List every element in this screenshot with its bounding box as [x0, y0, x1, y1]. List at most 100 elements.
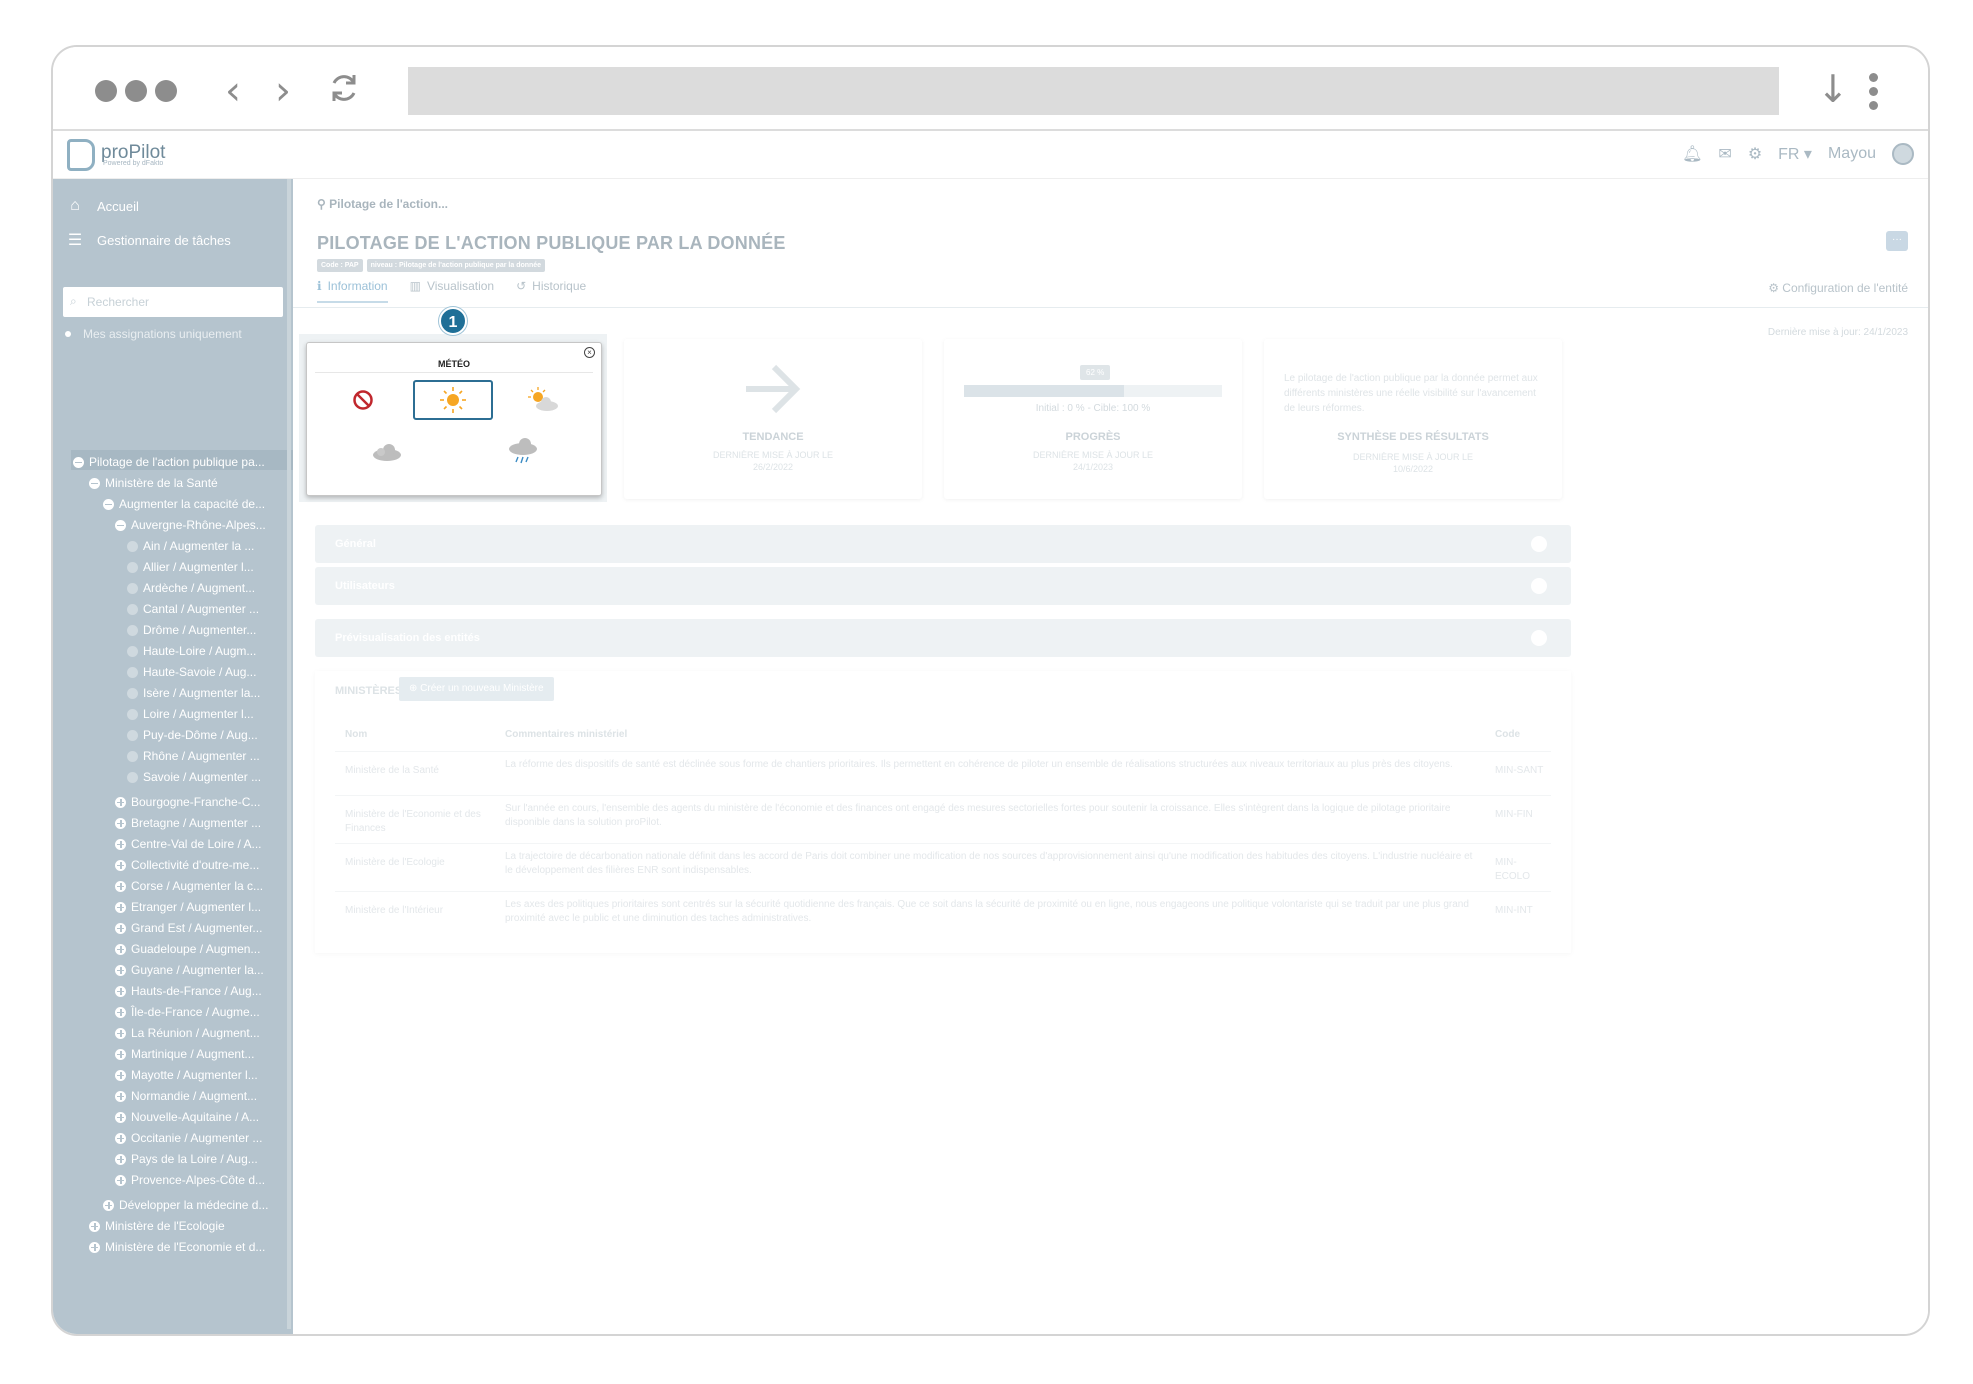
accordion-previsualisation[interactable]: Prévisualisation des entités	[315, 619, 1571, 657]
table-row[interactable]: Ministère de l'Intérieur Les axes des pol…	[335, 891, 1551, 937]
address-bar[interactable]	[408, 67, 1779, 115]
sidebar-item-accueil[interactable]: ⌂ Accueil	[65, 197, 139, 215]
tree-item[interactable]: Allier / Augmenter l...	[127, 558, 254, 576]
window-dot-icon[interactable]	[95, 80, 117, 102]
table-row[interactable]: Ministère de la Santé La réforme des disp…	[335, 751, 1551, 797]
tree-item[interactable]: Isère / Augmenter la...	[127, 684, 260, 702]
tree-item[interactable]: Pilotage de l'action publique pa...	[73, 453, 265, 471]
expand-icon[interactable]	[115, 817, 126, 829]
forward-icon[interactable]: ›	[275, 71, 291, 111]
tree-item[interactable]: Bretagne / Augmenter ...	[115, 814, 261, 832]
tree-item[interactable]: Normandie / Augment...	[115, 1087, 257, 1105]
tree-item[interactable]: Ministère de l'Ecologie	[89, 1217, 225, 1235]
user-name[interactable]: Mayou	[1828, 145, 1876, 163]
collapse-icon[interactable]	[103, 498, 114, 510]
column-nom[interactable]: Nom	[345, 729, 485, 740]
sidebar-scrollbar[interactable]	[287, 179, 291, 1329]
expand-icon[interactable]	[115, 943, 126, 955]
tree-item[interactable]: Guadeloupe / Augmen...	[115, 940, 260, 958]
tree-item[interactable]: Augmenter la capacité de...	[103, 495, 265, 513]
breadcrumb[interactable]: ⚲ Pilotage de l'action...	[317, 197, 448, 211]
tree-item[interactable]: Auvergne-Rhône-Alpes...	[115, 516, 266, 534]
chevron-down-icon[interactable]	[1531, 630, 1547, 646]
search-input[interactable]: ⌕ Rechercher	[63, 287, 283, 317]
close-icon[interactable]: ×	[584, 347, 595, 358]
accordion-general[interactable]: Général	[315, 525, 1571, 563]
tab-historique[interactable]: ↺ Historique	[516, 279, 586, 303]
create-ministere-button[interactable]: ⊕ Créer un nouveau Ministère	[399, 677, 554, 701]
tree-item[interactable]: Pays de la Loire / Aug...	[115, 1150, 258, 1168]
expand-icon[interactable]	[115, 1111, 126, 1123]
propilot-logo[interactable]: proPilot Powered by dFakto	[67, 139, 165, 171]
weather-option-none[interactable]	[323, 380, 403, 420]
synthese-card[interactable]: Le pilotage de l'action publique par la …	[1264, 339, 1562, 499]
tree-item[interactable]: Centre-Val de Loire / A...	[115, 835, 262, 853]
download-icon[interactable]: ↓	[1817, 67, 1849, 111]
more-button[interactable]: ···	[1886, 231, 1908, 251]
tree-item[interactable]: Haute-Savoie / Aug...	[127, 663, 256, 681]
window-dot-icon[interactable]	[125, 80, 147, 102]
tree-item[interactable]: Développer la médecine d...	[103, 1196, 268, 1214]
tree-item[interactable]: Martinique / Augment...	[115, 1045, 254, 1063]
expand-icon[interactable]	[115, 1090, 126, 1102]
tab-information[interactable]: ℹ Information	[317, 279, 388, 303]
collapse-icon[interactable]	[115, 519, 126, 531]
progres-card[interactable]: 62 % Initial : 0 % - Cible: 100 % PROGRÈ…	[944, 339, 1242, 499]
tree-item[interactable]: Provence-Alpes-Côte d...	[115, 1171, 265, 1189]
chevron-up-icon[interactable]	[1531, 578, 1547, 594]
collapse-icon[interactable]	[73, 456, 84, 468]
window-dot-icon[interactable]	[155, 80, 177, 102]
tree-item[interactable]: Ministère de la Santé	[89, 474, 218, 492]
column-commentaires[interactable]: Commentaires ministériel	[505, 729, 1475, 740]
expand-icon[interactable]	[89, 1241, 100, 1253]
expand-icon[interactable]	[115, 1006, 126, 1018]
mail-icon[interactable]: ✉	[1718, 144, 1731, 164]
table-row[interactable]: Ministère de l'Ecologie La trajectoire de…	[335, 843, 1551, 889]
expand-icon[interactable]	[115, 796, 126, 808]
tree-item[interactable]: La Réunion / Augment...	[115, 1024, 260, 1042]
avatar[interactable]	[1892, 143, 1914, 165]
tree-item[interactable]: Etranger / Augmenter l...	[115, 898, 261, 916]
expand-icon[interactable]	[115, 880, 126, 892]
expand-icon[interactable]	[89, 1220, 100, 1232]
tree-item[interactable]: Bourgogne-Franche-C...	[115, 793, 260, 811]
tree-item[interactable]: Mayotte / Augmenter l...	[115, 1066, 258, 1084]
tendance-card[interactable]: TENDANCE DERNIÈRE MISE À JOUR LE 26/2/202…	[624, 339, 922, 499]
expand-icon[interactable]	[115, 1027, 126, 1039]
entity-config-link[interactable]: ⚙ Configuration de l'entité	[1768, 281, 1908, 295]
chevron-up-icon[interactable]	[1531, 536, 1547, 552]
tree-item[interactable]: Cantal / Augmenter ...	[127, 600, 259, 618]
tree-item[interactable]: Guyane / Augmenter la...	[115, 961, 264, 979]
weather-option-rain[interactable]	[483, 431, 563, 471]
weather-option-cloud[interactable]	[347, 431, 427, 471]
sidebar-item-tasks[interactable]: ☰ Gestionnaire de tâches	[65, 230, 231, 250]
bell-icon[interactable]: 🔔︎	[1682, 144, 1702, 164]
tree-item[interactable]: Corse / Augmenter la c...	[115, 877, 263, 895]
expand-icon[interactable]	[115, 964, 126, 976]
tree-item[interactable]: Haute-Loire / Augm...	[127, 642, 256, 660]
tree-item[interactable]: Loire / Augmenter l...	[127, 705, 254, 723]
tree-item[interactable]: Rhône / Augmenter ...	[127, 747, 260, 765]
back-icon[interactable]: ‹	[225, 71, 241, 111]
collapse-icon[interactable]	[89, 477, 100, 489]
expand-icon[interactable]	[115, 838, 126, 850]
tree-item[interactable]: Île-de-France / Augme...	[115, 1003, 260, 1021]
tree-item[interactable]: Ministère de l'Economie et d...	[89, 1238, 265, 1256]
tree-item[interactable]: Savoie / Augmenter ...	[127, 768, 261, 786]
weather-option-sun[interactable]	[413, 380, 493, 420]
expand-icon[interactable]	[115, 859, 126, 871]
weather-option-sun-cloud[interactable]	[503, 380, 583, 420]
gear-icon[interactable]: ⚙	[1748, 144, 1762, 164]
table-row[interactable]: Ministère de l'Economie et des Finances S…	[335, 795, 1551, 841]
tree-item[interactable]: Puy-de-Dôme / Aug...	[127, 726, 258, 744]
expand-icon[interactable]	[115, 901, 126, 913]
expand-icon[interactable]	[115, 1132, 126, 1144]
expand-icon[interactable]	[115, 1048, 126, 1060]
tab-visualisation[interactable]: ▥ Visualisation	[410, 279, 495, 303]
tree-item[interactable]: Ain / Augmenter la ...	[127, 537, 254, 555]
expand-icon[interactable]	[103, 1199, 114, 1211]
expand-icon[interactable]	[115, 1069, 126, 1081]
expand-icon[interactable]	[115, 985, 126, 997]
reload-icon[interactable]	[327, 71, 361, 105]
expand-icon[interactable]	[115, 1174, 126, 1186]
